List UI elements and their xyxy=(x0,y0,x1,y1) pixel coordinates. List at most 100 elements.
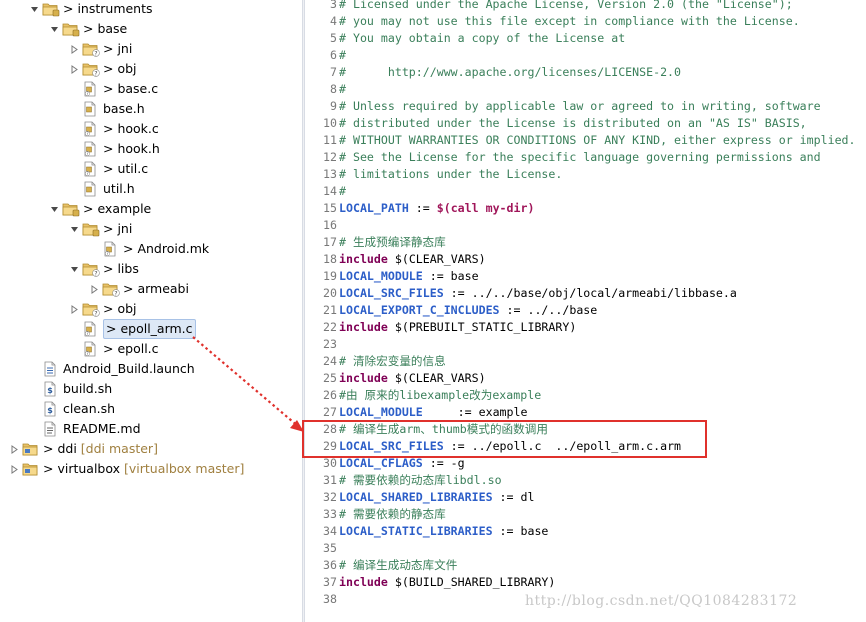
tree-item-util-c[interactable]: ? > util.c xyxy=(68,159,148,179)
code-token: # Unless required by applicable law or a… xyxy=(339,99,821,113)
line-number: 27 xyxy=(323,405,337,419)
expanded-arrow-icon[interactable] xyxy=(28,3,40,15)
line-number: 36 xyxy=(323,558,337,572)
tree-item-label: clean.sh xyxy=(63,401,116,416)
collapsed-arrow-icon[interactable] xyxy=(88,283,100,295)
code-line[interactable]: 13 # limitations under the License. xyxy=(305,166,562,183)
code-line[interactable]: 8 # xyxy=(305,81,346,98)
code-line[interactable]: 33 # 需要依赖的静态库 xyxy=(305,506,446,523)
code-line[interactable]: 4 # you may not use this file except in c… xyxy=(305,13,800,30)
tree-item-base[interactable]: > base xyxy=(48,19,127,39)
code-token: include xyxy=(339,252,388,266)
tree-item-epoll-c[interactable]: ? > epoll.c xyxy=(68,339,159,359)
code-token: $(PREBUILT_STATIC_LIBRARY) xyxy=(387,320,577,334)
code-line[interactable]: 32 LOCAL_SHARED_LIBRARIES := dl xyxy=(305,489,534,506)
code-line[interactable]: 16 xyxy=(305,217,339,234)
code-line[interactable]: 27 LOCAL_MODULE := example xyxy=(305,404,527,421)
line-number: 5 xyxy=(330,31,337,45)
code-token: LOCAL_STATIC_LIBRARIES xyxy=(339,524,493,538)
tree-item-readme-md[interactable]: README.md xyxy=(28,419,141,439)
expanded-arrow-icon[interactable] xyxy=(68,263,80,275)
makefile-editor[interactable]: 3 # Licensed under the Apache License, Ve… xyxy=(305,0,866,622)
tree-item-label: > obj xyxy=(103,301,137,316)
code-line[interactable]: 6 # xyxy=(305,47,346,64)
code-line[interactable]: 31 # 需要依赖的动态库libdl.so xyxy=(305,472,502,489)
code-line[interactable]: 35 xyxy=(305,540,339,557)
file-sh-icon: $ xyxy=(42,381,60,397)
code-line[interactable]: 21 LOCAL_EXPORT_C_INCLUDES := ../../base xyxy=(305,302,597,319)
code-line[interactable]: 5 # You may obtain a copy of the License … xyxy=(305,30,625,47)
tree-item-base-h[interactable]: base.h xyxy=(68,99,145,119)
tree-item-obj[interactable]: ? > obj xyxy=(68,299,137,319)
tree-item-example[interactable]: > example xyxy=(48,199,151,219)
svg-text:$: $ xyxy=(47,386,53,395)
line-number: 3 xyxy=(330,0,337,11)
line-number: 8 xyxy=(330,82,337,96)
code-line[interactable]: 10 # distributed under the License is dis… xyxy=(305,115,807,132)
tree-item-obj[interactable]: ? > obj xyxy=(68,59,137,79)
code-line[interactable]: 18 include $(CLEAR_VARS) xyxy=(305,251,486,268)
code-line[interactable]: 17 # 生成预编译静态库 xyxy=(305,234,446,251)
tree-item-clean-sh[interactable]: $ clean.sh xyxy=(28,399,115,419)
expanded-arrow-icon[interactable] xyxy=(48,203,60,215)
code-line[interactable]: 24 # 清除宏变量的信息 xyxy=(305,353,446,370)
tree-item-label: > virtualbox xyxy=(43,461,121,476)
code-line[interactable]: 3 # Licensed under the Apache License, Ve… xyxy=(305,0,793,13)
tree-item-label: > jni xyxy=(103,221,133,236)
tree-item-ddi[interactable]: > ddi [ddi master] xyxy=(8,439,158,459)
tree-item-epoll-arm-c[interactable]: ? > epoll_arm.c xyxy=(68,319,196,339)
code-token: # limitations under the License. xyxy=(339,167,563,181)
code-line[interactable]: 23 xyxy=(305,336,339,353)
tree-item-jni[interactable]: ? > jni xyxy=(68,39,132,59)
tree-item-base-c[interactable]: ? > base.c xyxy=(68,79,158,99)
tree-item-util-h[interactable]: util.h xyxy=(68,179,135,199)
tree-item-hook-c[interactable]: ? > hook.c xyxy=(68,119,159,139)
code-line[interactable]: 9 # Unless required by applicable law or … xyxy=(305,98,821,115)
collapsed-arrow-icon[interactable] xyxy=(68,43,80,55)
code-line[interactable]: 14 # xyxy=(305,183,346,200)
line-number: 32 xyxy=(323,490,337,504)
tree-item-hook-h[interactable]: ? > hook.h xyxy=(68,139,160,159)
tree-item-virtualbox[interactable]: > virtualbox [virtualbox master] xyxy=(8,459,244,479)
tree-item-android-mk[interactable]: ? > Android.mk xyxy=(88,239,209,259)
tree-item-label: > hook.h xyxy=(103,141,160,156)
code-line[interactable]: 22 include $(PREBUILT_STATIC_LIBRARY) xyxy=(305,319,576,336)
code-line[interactable]: 20 LOCAL_SRC_FILES := ../../base/obj/loca… xyxy=(305,285,737,302)
line-number: 31 xyxy=(323,473,337,487)
tree-item-libs[interactable]: ? > libs xyxy=(68,259,139,279)
expanded-arrow-icon[interactable] xyxy=(48,23,60,35)
tree-item-instruments[interactable]: > instruments xyxy=(28,0,153,19)
code-line[interactable]: 25 include $(CLEAR_VARS) xyxy=(305,370,486,387)
code-line[interactable]: 11 # WITHOUT WARRANTIES OR CONDITIONS OF … xyxy=(305,132,856,149)
collapsed-arrow-icon[interactable] xyxy=(68,303,80,315)
code-line[interactable]: 15 LOCAL_PATH := $(call my-dir) xyxy=(305,200,534,217)
code-line[interactable]: 7 # http://www.apache.org/licenses/LICENS… xyxy=(305,64,681,81)
svg-text:?: ? xyxy=(106,251,108,256)
code-line[interactable]: 26 #由 原来的libexample改为example xyxy=(305,387,541,404)
tree-item-label: > obj xyxy=(103,61,137,76)
tree-item-jni[interactable]: > jni xyxy=(68,219,132,239)
code-token: := base xyxy=(422,269,479,283)
collapsed-arrow-icon[interactable] xyxy=(8,463,20,475)
tree-item-build-sh[interactable]: $ build.sh xyxy=(28,379,112,399)
tree-item-label: > Android.mk xyxy=(123,241,210,256)
code-line[interactable]: 34 LOCAL_STATIC_LIBRARIES := base xyxy=(305,523,548,540)
code-line[interactable]: 19 LOCAL_MODULE := base xyxy=(305,268,479,285)
tree-item-android-build-launch[interactable]: Android_Build.launch xyxy=(28,359,195,379)
code-line[interactable]: 12 # See the License for the specific lan… xyxy=(305,149,821,166)
collapsed-arrow-icon[interactable] xyxy=(68,63,80,75)
collapsed-arrow-icon[interactable] xyxy=(8,443,20,455)
tree-item-armeabi[interactable]: ? > armeabi xyxy=(88,279,189,299)
code-line[interactable]: 38 xyxy=(305,591,339,608)
code-line[interactable]: 36 # 编译生成动态库文件 xyxy=(305,557,457,574)
code-token: # See the License for the specific langu… xyxy=(339,150,821,164)
tree-item-label: build.sh xyxy=(63,381,113,396)
code-line[interactable]: 37 include $(BUILD_SHARED_LIBRARY) xyxy=(305,574,555,591)
expanded-arrow-icon[interactable] xyxy=(68,223,80,235)
